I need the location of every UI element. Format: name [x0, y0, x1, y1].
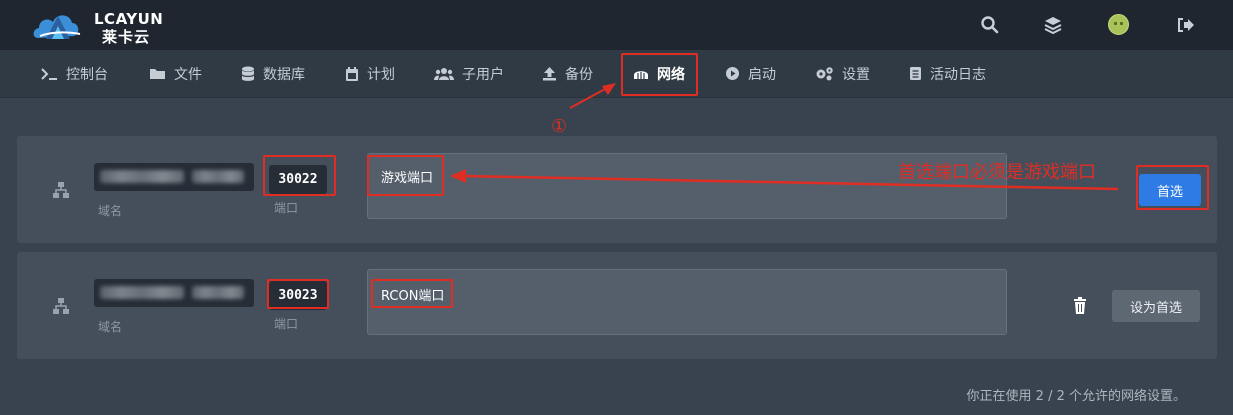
trash-icon[interactable] — [1072, 297, 1088, 315]
nav-item-console[interactable]: 控制台 — [40, 50, 108, 97]
nav-item-databases[interactable]: 数据库 — [241, 50, 305, 97]
network-wired-icon — [53, 298, 69, 314]
domain-field[interactable] — [94, 163, 254, 191]
domain-label: 域名 — [98, 204, 123, 218]
users-icon — [434, 67, 454, 80]
avatar[interactable] — [1108, 14, 1129, 35]
network-wired-icon — [53, 182, 69, 198]
network-tab-highlight — [621, 53, 698, 96]
cloud-logo-icon — [33, 15, 81, 39]
logout-icon[interactable] — [1175, 14, 1197, 36]
nav-item-activity-log[interactable]: 活动日志 — [909, 50, 986, 97]
layers-icon[interactable] — [1042, 14, 1064, 36]
calendar-icon — [346, 66, 358, 81]
brand-logo[interactable]: LCAYUN 莱卡云 — [32, 8, 172, 46]
folder-icon — [150, 69, 165, 79]
play-icon — [726, 67, 739, 80]
nav-label: 计划 — [367, 66, 395, 83]
upload-icon — [543, 67, 556, 81]
domain-field[interactable] — [94, 279, 254, 307]
brand-name-cn: 莱卡云 — [102, 28, 151, 46]
notes-highlight — [371, 279, 453, 308]
nav-label: 设置 — [842, 66, 870, 83]
allocation-row: 域名 30022 端口 游戏端口 首选 — [17, 136, 1217, 243]
search-icon[interactable] — [979, 14, 1001, 36]
nav-item-subusers[interactable]: 子用户 — [434, 50, 504, 97]
port-label: 端口 — [274, 317, 299, 331]
top-bar: LCAYUN 莱卡云 — [0, 0, 1233, 50]
nav-item-settings[interactable]: 设置 — [815, 50, 870, 97]
notes-highlight — [367, 155, 444, 196]
allocation-row: 域名 30023 端口 RCON端口 设为首选 — [17, 252, 1217, 359]
domain-label: 域名 — [98, 320, 123, 334]
port-highlight — [267, 279, 329, 309]
terminal-icon — [41, 67, 57, 80]
step-marker: ① — [551, 116, 568, 137]
nav-label: 控制台 — [66, 66, 108, 83]
callout-text: 首选端口必须是游戏端口 — [898, 162, 1096, 183]
database-icon — [241, 66, 255, 81]
primary-button-highlight — [1136, 165, 1209, 210]
nav-label: 启动 — [748, 66, 776, 83]
nav-label: 文件 — [174, 66, 202, 83]
usage-note: 你正在使用 2 / 2 个允许的网络设置。 — [966, 389, 1186, 404]
nav-label: 备份 — [565, 66, 593, 83]
log-icon — [910, 67, 921, 80]
nav-label: 数据库 — [263, 66, 305, 83]
nav-item-startup[interactable]: 启动 — [725, 50, 776, 97]
server-nav: 控制台 文件 数据库 计划 子用户 备份 网络 启动 设置 活动日志 — [0, 50, 1233, 98]
nav-label: 子用户 — [462, 66, 504, 83]
port-highlight — [263, 155, 336, 196]
notes-field[interactable]: RCON端口 — [367, 269, 1007, 335]
port-label: 端口 — [274, 201, 299, 215]
nav-item-files[interactable]: 文件 — [149, 50, 202, 97]
nav-item-backups[interactable]: 备份 — [542, 50, 593, 97]
set-primary-button[interactable]: 设为首选 — [1112, 290, 1200, 322]
nav-label: 活动日志 — [930, 66, 986, 83]
gears-icon — [816, 67, 833, 81]
nav-item-schedules[interactable]: 计划 — [345, 50, 395, 97]
